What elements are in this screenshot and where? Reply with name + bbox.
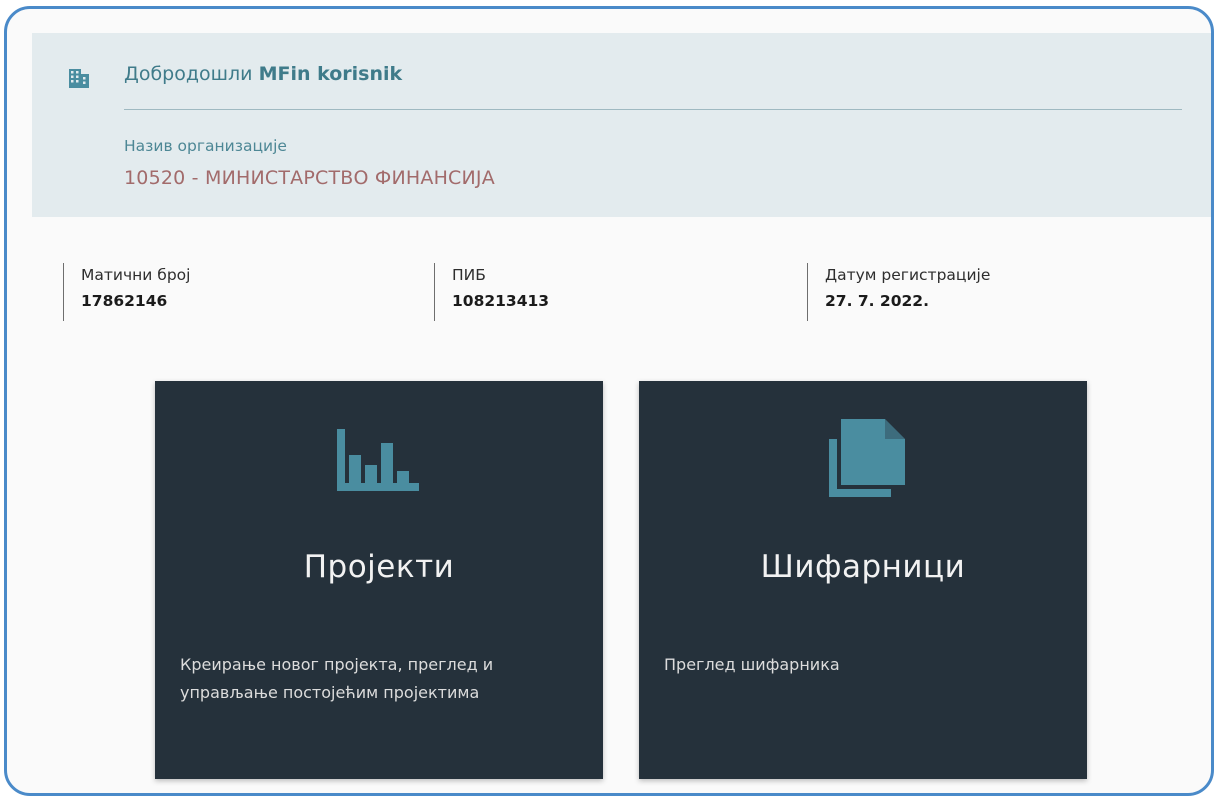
- organization-name: 10520 - МИНИСТАРСТВО ФИНАНСИЈА: [124, 167, 495, 189]
- file-copy-icon: [829, 419, 905, 497]
- organization-label: Назив организације: [124, 137, 287, 155]
- info-label: Датум регистрације: [825, 266, 991, 284]
- username: MFin korisnik: [258, 63, 403, 85]
- app-frame: Добродошли MFin korisnik Назив организац…: [4, 6, 1214, 796]
- welcome-greeting: Добродошли MFin korisnik: [124, 63, 402, 85]
- info-label: Матични број: [81, 266, 191, 284]
- building-icon: [69, 69, 89, 88]
- divider: [124, 109, 1182, 110]
- bar-chart-icon: [337, 429, 419, 491]
- welcome-panel: Добродошли MFin korisnik Назив организац…: [32, 33, 1211, 217]
- card-title: Пројекти: [303, 549, 455, 585]
- info-value: 27. 7. 2022.: [825, 292, 929, 310]
- card-title: Шифарници: [760, 549, 966, 585]
- info-value: 17862146: [81, 292, 168, 310]
- info-registration-number: Матични број 17862146: [63, 263, 190, 321]
- card-description: Креирање новог пројекта, преглед и управ…: [180, 655, 494, 702]
- info-tax-id: ПИБ 108213413: [434, 263, 549, 321]
- info-registration-date: Датум регистрације 27. 7. 2022.: [807, 263, 990, 321]
- projects-card[interactable]: Пројекти Креирање новог пројекта, прегле…: [155, 381, 603, 779]
- card-description: Преглед шифарника: [664, 655, 840, 674]
- info-value: 108213413: [452, 292, 550, 310]
- codebooks-card[interactable]: Шифарници Преглед шифарника: [639, 381, 1087, 779]
- greeting-prefix: Добродошли: [124, 63, 253, 85]
- info-label: ПИБ: [452, 266, 486, 284]
